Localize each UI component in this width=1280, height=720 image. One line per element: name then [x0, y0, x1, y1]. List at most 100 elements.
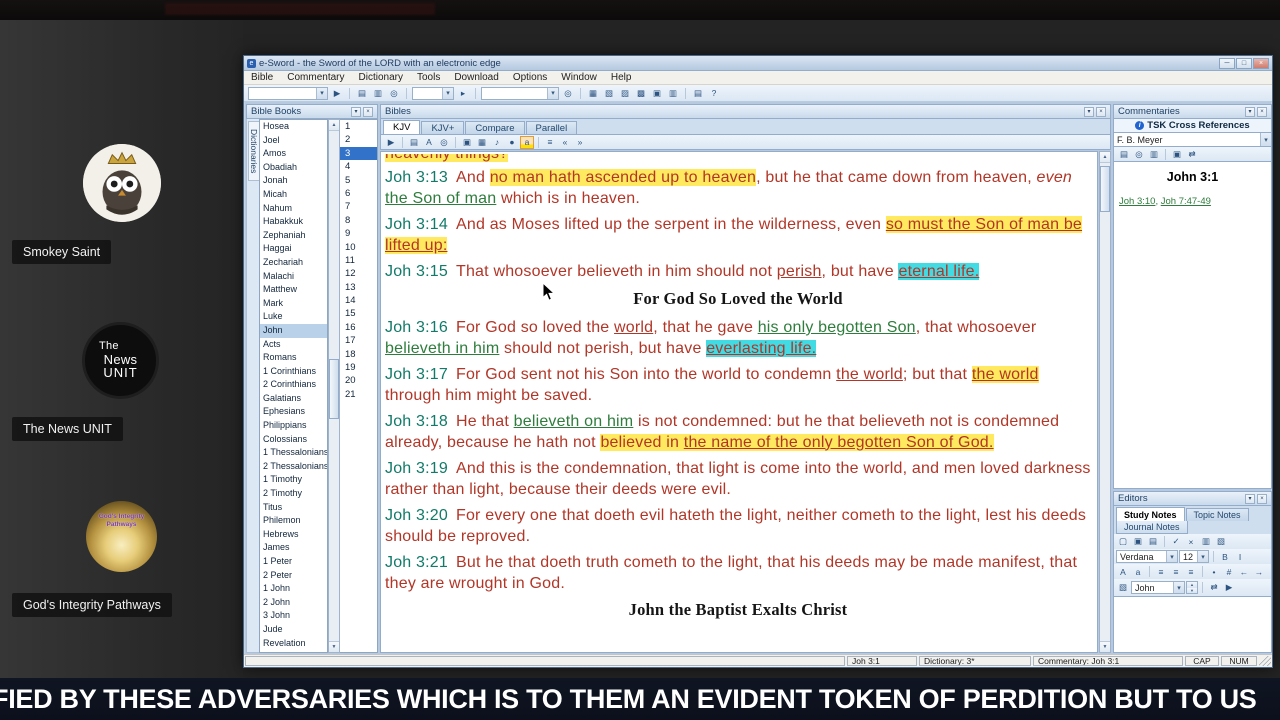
verse-ref[interactable]: Joh 3:16 — [385, 319, 448, 336]
layout-parallel-icon[interactable]: ▣ — [650, 87, 664, 100]
bible-text-scrollbar[interactable] — [1099, 151, 1111, 653]
book-item-2-thessalonians[interactable]: 2 Thessalonians — [260, 460, 327, 474]
chapter-item-19[interactable]: 19 — [340, 361, 377, 374]
verse-ref[interactable]: Joh 3:13 — [385, 169, 448, 186]
font-size-combo[interactable]: 12 — [1179, 550, 1209, 563]
commentary-selector-combo[interactable]: F. B. Meyer — [1113, 133, 1272, 147]
highlight-icon[interactable]: a — [520, 135, 534, 149]
scroll-thumb[interactable] — [1100, 166, 1110, 212]
dictionary-search-combo[interactable] — [481, 86, 559, 100]
outdent-icon[interactable]: ← — [1237, 565, 1251, 578]
font-icon[interactable]: A — [422, 136, 436, 149]
book-item-2-corinthians[interactable]: 2 Corinthians — [260, 378, 327, 392]
play-audio-icon[interactable]: ▶ — [384, 136, 398, 149]
help-icon[interactable]: ? — [707, 87, 721, 100]
book-item-philippians[interactable]: Philippians — [260, 419, 327, 433]
bible-tab-compare[interactable]: Compare — [465, 121, 525, 134]
chapter-item-7[interactable]: 7 — [340, 200, 377, 213]
chapter-item-6[interactable]: 6 — [340, 187, 377, 200]
align-left-icon[interactable]: ≡ — [1154, 565, 1168, 578]
dropdown-arrow-icon[interactable] — [316, 87, 327, 99]
panel-close-button[interactable] — [363, 106, 373, 117]
book-item-titus[interactable]: Titus — [260, 501, 327, 515]
book-item-jonah[interactable]: Jonah — [260, 174, 327, 188]
dropdown-arrow-icon[interactable] — [547, 87, 558, 99]
menu-dictionary[interactable]: Dictionary — [352, 71, 410, 84]
chapter-item-17[interactable]: 17 — [340, 334, 377, 347]
chapter-item-15[interactable]: 15 — [340, 307, 377, 320]
bible-tab-kjv[interactable]: KJV+ — [421, 121, 465, 134]
menu-help[interactable]: Help — [604, 71, 639, 84]
bible-book-icon[interactable]: ▧ — [1116, 581, 1130, 594]
menu-download[interactable]: Download — [447, 71, 505, 84]
book-item-2-john[interactable]: 2 John — [260, 596, 327, 610]
book-item-hebrews[interactable]: Hebrews — [260, 528, 327, 542]
sync-icon[interactable]: ⇄ — [1185, 148, 1199, 161]
panel-menu-button[interactable] — [351, 106, 361, 117]
dropdown-arrow-icon[interactable] — [1173, 582, 1184, 593]
bullet-list-icon[interactable]: • — [1207, 565, 1221, 578]
copy-verses-icon[interactable]: ▤ — [407, 136, 421, 149]
chapter-item-16[interactable]: 16 — [340, 321, 377, 334]
verse-ref[interactable]: Joh 3:17 — [385, 366, 448, 383]
copy-icon[interactable]: ▤ — [355, 87, 369, 100]
cut-icon[interactable]: × — [1184, 535, 1198, 548]
dropdown-arrow-icon[interactable] — [1166, 551, 1177, 562]
layout-bibles-icon[interactable]: ▦ — [586, 87, 600, 100]
minimize-button[interactable]: ─ — [1219, 57, 1235, 69]
go-to-reference-icon[interactable]: ▶ — [330, 87, 344, 100]
tooltip-icon[interactable]: ● — [505, 136, 519, 149]
book-item-hosea[interactable]: Hosea — [260, 120, 327, 134]
compare-icon[interactable]: ▤ — [691, 87, 705, 100]
bold-icon[interactable]: B — [1218, 550, 1232, 563]
book-item-2-timothy[interactable]: 2 Timothy — [260, 487, 327, 501]
book-item-haggai[interactable]: Haggai — [260, 242, 327, 256]
scroll-up-icon[interactable] — [329, 120, 339, 131]
dictionary-lookup-icon[interactable]: ◎ — [561, 87, 575, 100]
text-color-icon[interactable]: A — [1116, 565, 1130, 578]
chapter-item-12[interactable]: 12 — [340, 267, 377, 280]
book-item-3-john[interactable]: 3 John — [260, 609, 327, 623]
chapter-item-8[interactable]: 8 — [340, 214, 377, 227]
verse-list-icon[interactable]: ≡ — [543, 136, 557, 149]
chapter-item-20[interactable]: 20 — [340, 374, 377, 387]
bible-tab-parallel[interactable]: Parallel — [525, 121, 578, 134]
strongs-combo[interactable] — [412, 86, 454, 100]
print-icon[interactable]: ▥ — [1147, 148, 1161, 161]
print-icon[interactable]: ▤ — [1146, 535, 1160, 548]
copy-icon[interactable]: ▤ — [1117, 148, 1131, 161]
chapter-item-5[interactable]: 5 — [340, 174, 377, 187]
panel-close-button[interactable] — [1257, 106, 1267, 117]
scroll-down-icon[interactable] — [1100, 641, 1110, 652]
numbered-list-icon[interactable]: # — [1222, 565, 1236, 578]
scroll-up-icon[interactable] — [1100, 152, 1110, 163]
editor-tab-topic-notes[interactable]: Topic Notes — [1185, 508, 1249, 521]
bible-text-area[interactable]: heavenly things? Joh 3:13 And no man hath … — [380, 151, 1098, 653]
book-item-john[interactable]: John — [260, 323, 327, 338]
book-item-1-timothy[interactable]: 1 Timothy — [260, 473, 327, 487]
bible-tab-kjv[interactable]: KJV — [383, 120, 421, 134]
scroll-down-icon[interactable] — [329, 641, 339, 652]
book-item-galatians[interactable]: Galatians — [260, 392, 327, 406]
panel-menu-button[interactable] — [1245, 106, 1255, 117]
dropdown-arrow-icon[interactable] — [442, 87, 453, 99]
verse-ref[interactable]: Joh 3:21 — [385, 554, 448, 571]
bible-reference-combo[interactable] — [248, 86, 328, 100]
resize-grip[interactable] — [1259, 656, 1271, 666]
book-item-matthew[interactable]: Matthew — [260, 283, 327, 297]
font-family-combo[interactable]: Verdana — [1116, 550, 1178, 563]
panel-close-button[interactable] — [1096, 106, 1106, 117]
book-item-1-corinthians[interactable]: 1 Corinthians — [260, 365, 327, 379]
chapter-item-2[interactable]: 2 — [340, 133, 377, 146]
search-icon[interactable]: ◎ — [437, 136, 451, 149]
scroll-thumb[interactable] — [329, 359, 339, 420]
panel-menu-button[interactable] — [1084, 106, 1094, 117]
verse-ref[interactable]: Joh 3:19 — [385, 460, 448, 477]
panel-menu-button[interactable] — [1245, 493, 1255, 504]
audio-icon[interactable]: ♪ — [490, 136, 504, 149]
editor-tab-journal-notes[interactable]: Journal Notes — [1116, 521, 1188, 534]
book-item-acts[interactable]: Acts — [260, 338, 327, 352]
verse-ref[interactable]: Joh 3:20 — [385, 507, 448, 524]
print-icon[interactable]: ▥ — [371, 87, 385, 100]
chapter-item-18[interactable]: 18 — [340, 348, 377, 361]
